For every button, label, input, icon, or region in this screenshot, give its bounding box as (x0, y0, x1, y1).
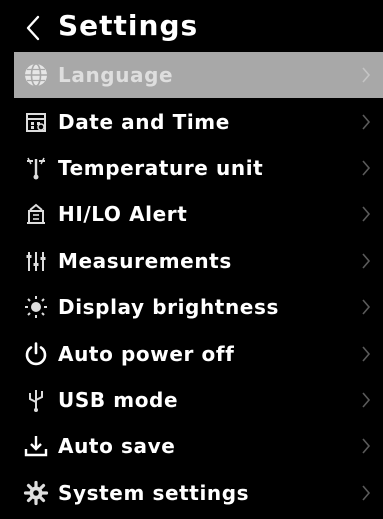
menu-item-display-brightness[interactable]: Display brightness (14, 284, 383, 330)
power-icon (22, 340, 50, 368)
chevron-right-icon (359, 389, 373, 411)
menu-item-temperature-unit[interactable]: Temperature unit (14, 145, 383, 191)
gear-icon (22, 479, 50, 507)
menu-item-date-and-time[interactable]: Date and Time (14, 98, 383, 144)
chevron-right-icon (359, 435, 373, 457)
menu-item-label: System settings (58, 480, 250, 505)
menu-item-label: Auto save (58, 434, 176, 459)
menu-item-label: Display brightness (58, 295, 279, 320)
chevron-right-icon (359, 343, 373, 365)
chevron-right-icon (359, 296, 373, 318)
menu-item-hi-lo-alert[interactable]: HI/LO Alert (14, 191, 383, 237)
brightness-icon (22, 293, 50, 321)
download-icon (22, 432, 50, 460)
page-title: Settings (58, 9, 199, 42)
menu-item-measurements[interactable]: Measurements (14, 238, 383, 284)
menu-item-label: Temperature unit (58, 155, 264, 180)
chevron-right-icon (359, 250, 373, 272)
chevron-right-icon (359, 64, 373, 86)
menu-item-language[interactable]: Language (14, 52, 383, 99)
header: Settings (0, 0, 383, 52)
usb-icon (22, 386, 50, 414)
menu-item-system-settings[interactable]: System settings (14, 470, 383, 516)
sliders-icon (22, 247, 50, 275)
menu-item-auto-save[interactable]: Auto save (14, 423, 383, 469)
menu-item-label: Language (58, 63, 174, 88)
menu-item-label: HI/LO Alert (58, 202, 188, 227)
menu-item-auto-power-off[interactable]: Auto power off (14, 330, 383, 376)
menu-item-label: Measurements (58, 248, 232, 273)
menu-item-label: USB mode (58, 387, 179, 412)
settings-menu: Language Date and Time Temperature unit … (14, 52, 383, 516)
chevron-left-icon (25, 15, 41, 41)
menu-item-label: Auto power off (58, 341, 235, 366)
alarm-icon (22, 200, 50, 228)
chevron-right-icon (359, 111, 373, 133)
chevron-right-icon (359, 482, 373, 504)
menu-item-usb-mode[interactable]: USB mode (14, 377, 383, 423)
chevron-right-icon (359, 157, 373, 179)
chevron-right-icon (359, 203, 373, 225)
back-button[interactable] (18, 8, 48, 48)
thermometer-icon (22, 154, 50, 182)
menu-item-label: Date and Time (58, 109, 230, 134)
calendar-icon (22, 108, 50, 136)
globe-icon (22, 61, 50, 89)
settings-screen: Settings Language Date and Time Temperat… (0, 0, 383, 519)
